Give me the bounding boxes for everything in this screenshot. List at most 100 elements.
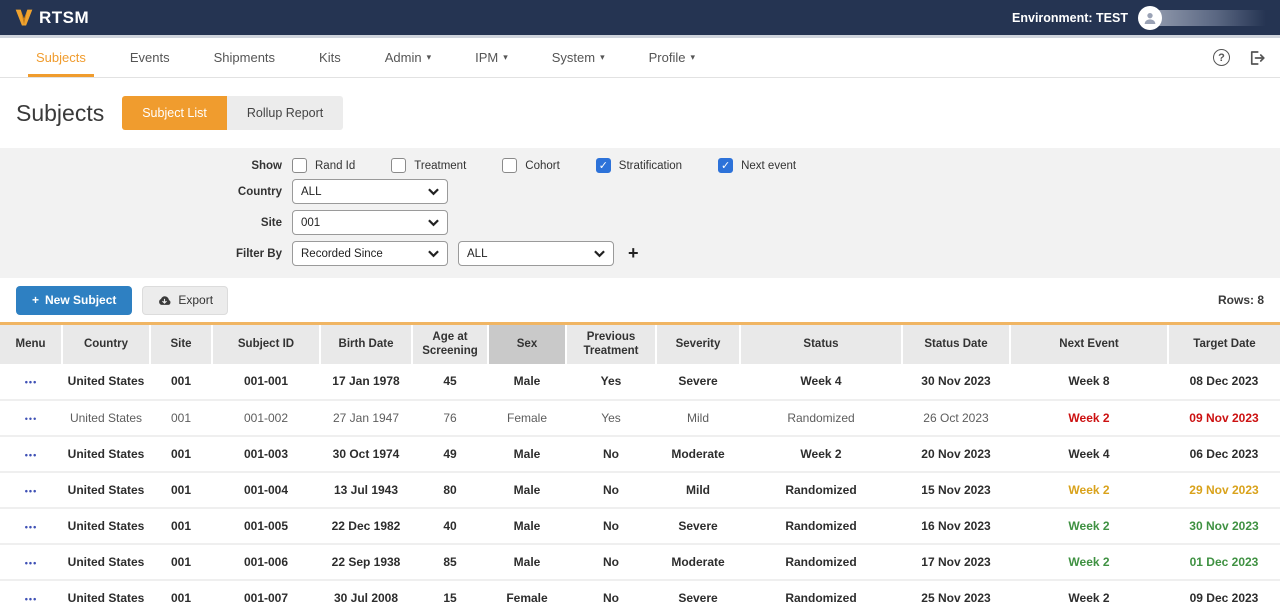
col-header-sex[interactable]: Sex bbox=[488, 324, 566, 364]
user-avatar-icon bbox=[1138, 6, 1162, 30]
show-checkbox-cohort[interactable]: Cohort bbox=[502, 158, 560, 173]
cell-target-date: 06 Dec 2023 bbox=[1168, 436, 1280, 472]
nav-tab-ipm[interactable]: IPM ▾ bbox=[453, 38, 530, 77]
col-header-severity[interactable]: Severity bbox=[656, 324, 740, 364]
checkbox-icon bbox=[391, 158, 406, 173]
cell-site: 001 bbox=[150, 544, 212, 580]
col-header-site[interactable]: Site bbox=[150, 324, 212, 364]
cell-status: Randomized bbox=[740, 580, 902, 615]
cell-prev-treatment: Yes bbox=[566, 364, 656, 400]
page-title: Subjects bbox=[16, 100, 104, 127]
view-tab-rollup-report[interactable]: Rollup Report bbox=[227, 96, 343, 130]
row-menu-icon[interactable]: ••• bbox=[25, 558, 37, 568]
logout-icon[interactable] bbox=[1248, 49, 1266, 67]
cell-subject-id[interactable]: 001-005 bbox=[212, 508, 320, 544]
cell-birth-date: 27 Jan 1947 bbox=[320, 400, 412, 436]
show-checkbox-stratification[interactable]: ✓ Stratification bbox=[596, 158, 682, 173]
cell-status-date: 15 Nov 2023 bbox=[902, 472, 1010, 508]
cell-country: United States bbox=[62, 580, 150, 615]
cell-prev-treatment: No bbox=[566, 436, 656, 472]
col-header-menu[interactable]: Menu bbox=[0, 324, 62, 364]
cell-sex: Female bbox=[488, 400, 566, 436]
row-menu-icon[interactable]: ••• bbox=[25, 522, 37, 532]
filter-by-value-select[interactable]: ALL bbox=[458, 241, 614, 266]
nav-tab-shipments[interactable]: Shipments bbox=[192, 38, 297, 77]
cell-status-date: 20 Nov 2023 bbox=[902, 436, 1010, 472]
table-row: ••• United States 001 001-007 30 Jul 200… bbox=[0, 580, 1280, 615]
col-header-prev-treatment[interactable]: Previous Treatment bbox=[566, 324, 656, 364]
cell-severity: Severe bbox=[656, 364, 740, 400]
cell-country: United States bbox=[62, 400, 150, 436]
cell-target-date: 08 Dec 2023 bbox=[1168, 364, 1280, 400]
cell-country: United States bbox=[62, 364, 150, 400]
nav-tab-profile[interactable]: Profile ▾ bbox=[627, 38, 717, 77]
show-checkbox-next-event[interactable]: ✓ Next event bbox=[718, 158, 796, 173]
show-checkbox-treatment[interactable]: Treatment bbox=[391, 158, 466, 173]
cell-age: 49 bbox=[412, 436, 488, 472]
cell-site: 001 bbox=[150, 400, 212, 436]
cell-subject-id[interactable]: 001-003 bbox=[212, 436, 320, 472]
add-filter-button[interactable]: + bbox=[628, 243, 639, 264]
cell-sex: Male bbox=[488, 508, 566, 544]
col-header-next-event[interactable]: Next Event bbox=[1010, 324, 1168, 364]
col-header-birth-date[interactable]: Birth Date bbox=[320, 324, 412, 364]
cell-status: Randomized bbox=[740, 472, 902, 508]
cell-next-event: Week 2 bbox=[1010, 472, 1168, 508]
plus-icon: + bbox=[32, 293, 39, 307]
cell-birth-date: 17 Jan 1978 bbox=[320, 364, 412, 400]
country-select[interactable]: ALL bbox=[292, 179, 448, 204]
cell-sex: Male bbox=[488, 472, 566, 508]
cell-subject-id[interactable]: 001-001 bbox=[212, 364, 320, 400]
col-header-subject-id[interactable]: Subject ID bbox=[212, 324, 320, 364]
table-row: ••• United States 001 001-006 22 Sep 193… bbox=[0, 544, 1280, 580]
cell-subject-id[interactable]: 001-004 bbox=[212, 472, 320, 508]
table-row: ••• United States 001 001-001 17 Jan 197… bbox=[0, 364, 1280, 400]
col-header-status[interactable]: Status bbox=[740, 324, 902, 364]
cell-next-event: Week 2 bbox=[1010, 580, 1168, 615]
cell-country: United States bbox=[62, 436, 150, 472]
cloud-download-icon bbox=[157, 294, 172, 307]
site-select[interactable]: 001 bbox=[292, 210, 448, 235]
view-tab-subject-list[interactable]: Subject List bbox=[122, 96, 227, 130]
view-tabs: Subject List Rollup Report bbox=[122, 96, 343, 130]
col-header-target-date[interactable]: Target Date bbox=[1168, 324, 1280, 364]
cell-birth-date: 22 Dec 1982 bbox=[320, 508, 412, 544]
cell-status: Randomized bbox=[740, 508, 902, 544]
show-checkbox-rand-id[interactable]: Rand Id bbox=[292, 158, 355, 173]
cell-target-date: 09 Nov 2023 bbox=[1168, 400, 1280, 436]
cell-next-event: Week 2 bbox=[1010, 508, 1168, 544]
row-menu-icon[interactable]: ••• bbox=[25, 486, 37, 496]
nav-tab-subjects[interactable]: Subjects bbox=[14, 38, 108, 77]
chevron-down-icon bbox=[428, 250, 439, 258]
row-menu-icon[interactable]: ••• bbox=[25, 450, 37, 460]
brand-name: RTSM bbox=[39, 8, 89, 28]
cell-severity: Mild bbox=[656, 472, 740, 508]
export-button[interactable]: Export bbox=[142, 286, 228, 315]
nav-tab-events[interactable]: Events bbox=[108, 38, 192, 77]
row-menu-icon[interactable]: ••• bbox=[25, 377, 37, 387]
col-header-status-date[interactable]: Status Date bbox=[902, 324, 1010, 364]
row-menu-icon[interactable]: ••• bbox=[25, 594, 37, 604]
user-account[interactable] bbox=[1138, 6, 1266, 30]
col-header-age[interactable]: Age at Screening bbox=[412, 324, 488, 364]
nav-tab-system[interactable]: System ▾ bbox=[530, 38, 627, 77]
cell-target-date: 01 Dec 2023 bbox=[1168, 544, 1280, 580]
nav-tab-kits[interactable]: Kits bbox=[297, 38, 363, 77]
cell-severity: Severe bbox=[656, 580, 740, 615]
cell-birth-date: 13 Jul 1943 bbox=[320, 472, 412, 508]
filter-panel: Show Rand Id Treatment Cohort ✓ Stratifi… bbox=[0, 148, 1280, 278]
nav-tab-admin[interactable]: Admin ▾ bbox=[363, 38, 453, 77]
site-label: Site bbox=[0, 217, 292, 229]
row-menu-icon[interactable]: ••• bbox=[25, 414, 37, 424]
cell-subject-id[interactable]: 001-007 bbox=[212, 580, 320, 615]
new-subject-button[interactable]: + New Subject bbox=[16, 286, 132, 315]
cell-prev-treatment: No bbox=[566, 580, 656, 615]
help-icon[interactable]: ? bbox=[1213, 49, 1230, 66]
cell-status-date: 17 Nov 2023 bbox=[902, 544, 1010, 580]
cell-subject-id[interactable]: 001-006 bbox=[212, 544, 320, 580]
cell-subject-id[interactable]: 001-002 bbox=[212, 400, 320, 436]
checkbox-icon bbox=[502, 158, 517, 173]
col-header-country[interactable]: Country bbox=[62, 324, 150, 364]
filter-by-field-select[interactable]: Recorded Since bbox=[292, 241, 448, 266]
cell-status-date: 25 Nov 2023 bbox=[902, 580, 1010, 615]
